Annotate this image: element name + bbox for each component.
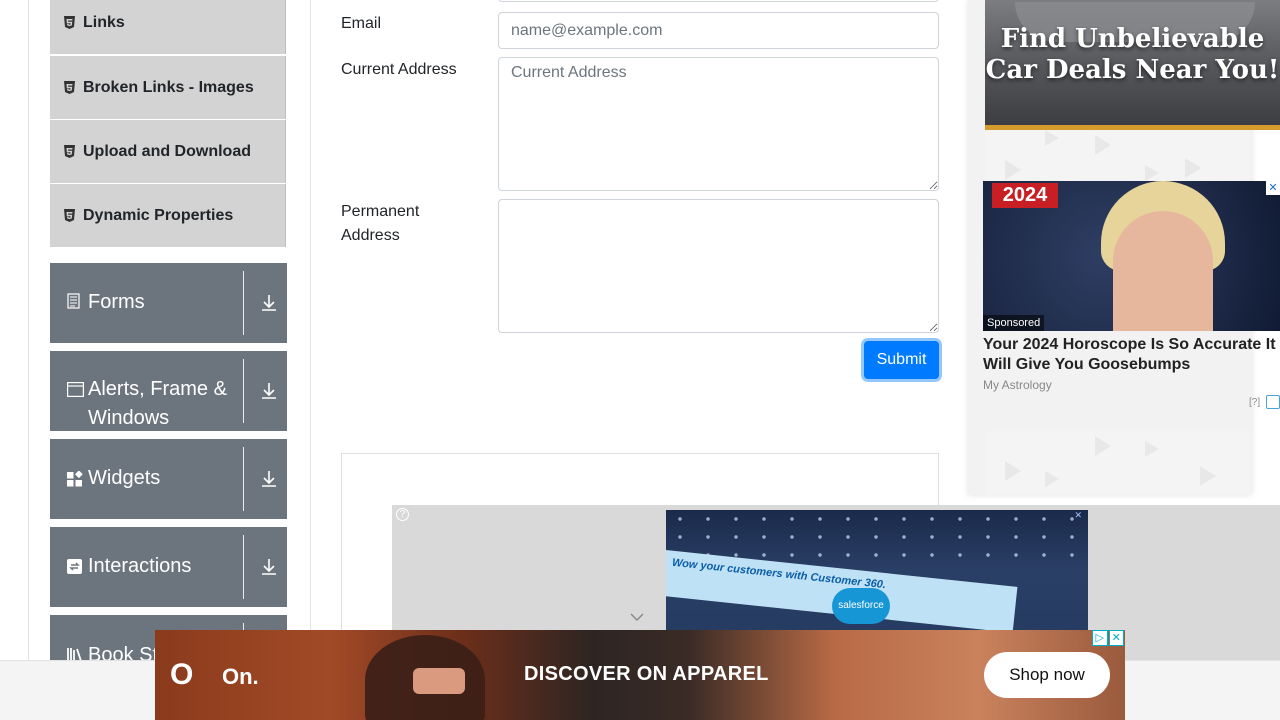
chevron-down-icon[interactable] (630, 609, 644, 621)
current-address-label: Current Address (341, 61, 457, 78)
help-icon[interactable]: ? (396, 508, 409, 521)
group-forms[interactable]: Forms (50, 263, 287, 343)
car-deals-ad[interactable]: Find Unbelievable Car Deals Near You! (985, 0, 1280, 130)
window-icon (67, 382, 85, 398)
group-title: Alerts, Frame & Windows (88, 378, 227, 429)
group-interactions[interactable]: Interactions (50, 527, 287, 607)
salesforce-logo: salesforce (832, 588, 890, 624)
sidebar-item-label: Links (83, 13, 125, 31)
adchoices-icon[interactable]: ▷ (1092, 630, 1108, 646)
horoscope-ad-image[interactable]: 2024 Sponsored ✕ (983, 181, 1280, 331)
group-separator (243, 271, 244, 335)
sidebar-divider (310, 0, 311, 660)
on-apparel-banner-ad[interactable]: O On. DISCOVER ON APPAREL Shop now (155, 630, 1125, 720)
group-alerts-frame-windows[interactable]: Alerts, Frame & Windows (50, 351, 287, 431)
submit-button[interactable]: Submit (864, 341, 939, 379)
group-separator (243, 359, 244, 423)
close-icon[interactable]: ✕ (1266, 181, 1280, 195)
group-separator (243, 447, 244, 511)
car-ad-headline: Find Unbelievable Car Deals Near You! (985, 24, 1280, 85)
group-title: Forms (88, 291, 145, 313)
sidebar-item-broken-links[interactable]: Broken Links - Images (50, 56, 286, 119)
runner-top (413, 668, 465, 694)
html5-icon (64, 144, 76, 159)
ad-help-link[interactable]: [?] (1249, 397, 1260, 408)
sidebar-item-label: Broken Links - Images (83, 78, 254, 96)
horoscope-ad-title[interactable]: Your 2024 Horoscope Is So Accurate It Wi… (983, 335, 1280, 375)
video-close-icon[interactable]: ✕ (1074, 510, 1082, 521)
email-field[interactable] (498, 12, 939, 49)
group-title: Interactions (88, 555, 192, 577)
close-icon[interactable]: ✕ (1108, 630, 1124, 646)
permanent-address-field[interactable] (498, 199, 939, 333)
permanent-address-label: Permanent Address (341, 203, 420, 244)
left-divider (28, 0, 29, 660)
interactions-icon (67, 559, 83, 575)
email-label: Email (341, 15, 382, 32)
download-arrow-icon[interactable] (260, 469, 278, 489)
horoscope-ad-brand: My Astrology (983, 378, 1052, 392)
download-arrow-icon[interactable] (260, 557, 278, 577)
sponsored-label: Sponsored (983, 315, 1045, 331)
horoscope-person (1113, 211, 1213, 331)
ad-pattern (985, 130, 1250, 181)
on-logo-text: On. (222, 664, 259, 689)
banner-headline: DISCOVER ON APPAREL (524, 663, 769, 685)
ad-pattern (985, 431, 1250, 495)
sidebar-item-label: Upload and Download (83, 142, 251, 160)
sidebar-item-dynamic-properties[interactable]: Dynamic Properties (50, 184, 286, 247)
sidebar-item-upload-download[interactable]: Upload and Download (50, 120, 286, 183)
group-title: Widgets (88, 467, 161, 489)
group-separator (243, 535, 244, 599)
sidebar-item-label: Dynamic Properties (83, 206, 234, 224)
ad-controls: ▷ ✕ (1092, 630, 1125, 646)
current-address-field[interactable] (498, 57, 939, 191)
html5-icon (64, 80, 76, 95)
on-logo-icon: O (170, 658, 194, 691)
download-arrow-icon[interactable] (260, 293, 278, 313)
widgets-icon (67, 470, 83, 487)
download-arrow-icon[interactable] (260, 381, 278, 401)
shop-now-button[interactable]: Shop now (984, 652, 1110, 698)
form-icon (67, 293, 83, 309)
horoscope-year-badge: 2024 (992, 183, 1058, 208)
group-widgets[interactable]: Widgets (50, 439, 287, 519)
html5-icon (64, 15, 76, 30)
adchoices-icon[interactable] (1266, 395, 1280, 409)
html5-icon (64, 208, 76, 223)
previous-field-edge (498, 0, 939, 2)
bookstore-icon (67, 646, 83, 660)
sidebar-item-links[interactable]: Links (50, 0, 286, 54)
